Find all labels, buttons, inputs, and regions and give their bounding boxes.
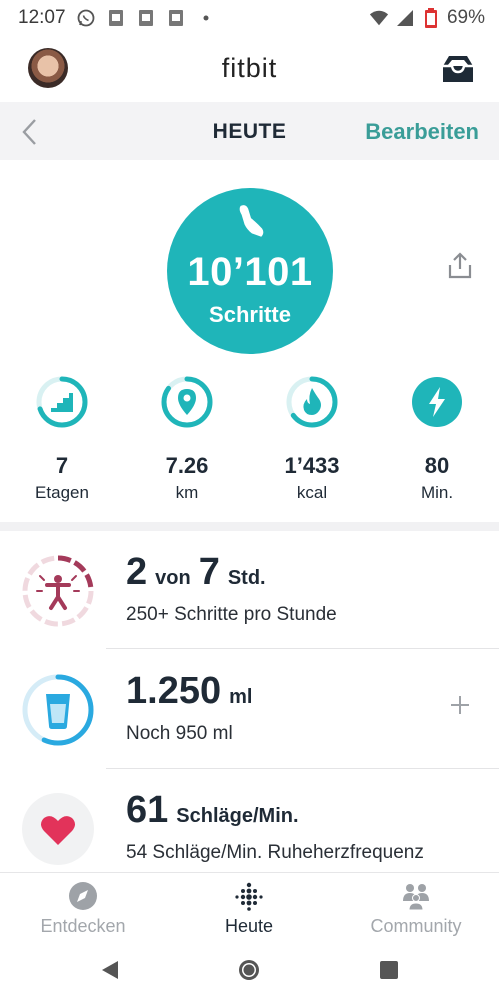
heart-icon — [22, 793, 94, 865]
hourly-goal: 7 — [198, 551, 220, 593]
edit-button[interactable]: Bearbeiten — [365, 119, 479, 145]
shoe-icon — [230, 204, 270, 238]
stats-row: 7 Etagen 7.26 km 1’433 kcal 80 Min. — [0, 375, 499, 505]
battery-percent: 69% — [446, 7, 485, 28]
app-title: fitbit — [221, 53, 278, 83]
heart-value: 61 — [126, 789, 169, 831]
nav-item-entdecken[interactable]: Entdecken — [0, 881, 166, 937]
stat-value: 7 — [55, 453, 69, 478]
hourly-value: 2 — [126, 551, 148, 593]
steps-label: Schritte — [209, 302, 291, 327]
compass-icon — [69, 882, 97, 910]
fitbit-dots-icon — [235, 882, 263, 911]
water-subtitle: Noch 950 ml — [126, 723, 233, 744]
nav-item-community[interactable]: Community — [333, 881, 499, 937]
hourly-summary: 2 von 7 Std. — [126, 551, 266, 594]
status-left: 12:07 — [18, 7, 216, 29]
stairs-icon — [36, 376, 88, 428]
section-divider — [0, 522, 499, 531]
sim-card-icon — [136, 8, 156, 28]
app-header: fitbit — [0, 36, 499, 102]
dot-icon — [196, 8, 216, 28]
nav-label: Community — [370, 916, 462, 936]
stat-distance[interactable]: 7.26 km — [132, 375, 242, 503]
nav-label: Entdecken — [40, 916, 126, 936]
nav-item-heute[interactable]: Heute — [166, 881, 332, 937]
status-bar: 12:07 69% — [0, 0, 499, 36]
status-time: 12:07 — [18, 7, 66, 28]
water-value: 1.250 — [126, 670, 222, 712]
tile-hourly-activity[interactable]: 2 von 7 Std. 250+ Schritte pro Stunde — [0, 531, 499, 649]
hourly-unit: Std. — [227, 567, 266, 589]
system-nav-bar — [0, 942, 499, 999]
whatsapp-icon — [76, 8, 96, 28]
water-unit: ml — [229, 686, 253, 708]
recents-square-icon[interactable] — [377, 958, 401, 982]
stat-value: 80 — [424, 453, 450, 478]
hourly-subtitle: 250+ Schritte pro Stunde — [126, 604, 337, 625]
heart-unit: Schläge/Min. — [176, 805, 299, 827]
hero-section: 10’101 Schritte 7 Etagen 7.26 km 1’433 k… — [0, 160, 499, 522]
heart-subtitle: 54 Schläge/Min. Ruheherzfrequenz — [126, 842, 424, 863]
stat-active-minutes[interactable]: 80 Min. — [382, 375, 492, 503]
lightning-icon — [412, 377, 462, 427]
status-right: 69% — [369, 7, 485, 29]
stat-calories[interactable]: 1’433 kcal — [257, 375, 367, 503]
steps-value: 10’101 — [187, 250, 313, 294]
flame-icon — [286, 376, 338, 428]
plus-icon[interactable] — [449, 694, 471, 716]
inbox-icon[interactable] — [439, 54, 477, 84]
stat-value: 7.26 — [165, 453, 209, 478]
location-pin-icon — [161, 376, 213, 428]
wifi-icon — [369, 8, 389, 28]
stat-floors[interactable]: 7 Etagen — [7, 375, 117, 503]
share-icon[interactable] — [447, 252, 473, 280]
heart-summary: 61 Schläge/Min. — [126, 789, 299, 832]
hourly-connector: von — [155, 567, 191, 589]
signal-icon — [395, 8, 415, 28]
stat-unit: kcal — [296, 483, 328, 502]
community-icon — [403, 884, 429, 911]
sim-card-icon — [106, 8, 126, 28]
battery-icon — [421, 8, 441, 28]
steps-circle[interactable]: 10’101 Schritte — [167, 188, 333, 354]
stat-unit: Etagen — [35, 483, 89, 502]
back-triangle-icon[interactable] — [98, 958, 122, 982]
nav-label: Heute — [224, 916, 274, 936]
date-subheader: HEUTE Bearbeiten — [0, 102, 499, 160]
bottom-nav: Entdecken Heute Community — [0, 872, 499, 942]
tile-water[interactable]: 1.250 ml Noch 950 ml — [0, 650, 499, 769]
stat-unit: Min. — [420, 483, 454, 502]
stat-unit: km — [175, 483, 199, 502]
water-summary: 1.250 ml — [126, 670, 252, 713]
water-glass-icon — [22, 674, 94, 746]
stat-value: 1’433 — [284, 453, 340, 478]
sim-card-icon — [166, 8, 186, 28]
tile-heart-rate[interactable]: 61 Schläge/Min. 54 Schläge/Min. Ruheherz… — [0, 769, 499, 887]
home-circle-icon[interactable] — [237, 958, 261, 982]
hourly-activity-icon — [22, 555, 94, 627]
tile-divider — [106, 648, 499, 649]
